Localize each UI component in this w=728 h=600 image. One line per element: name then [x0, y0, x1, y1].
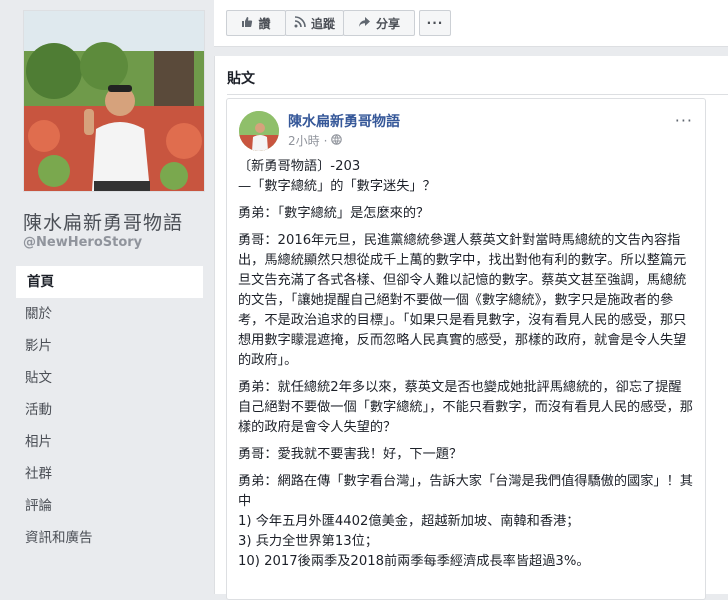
- like-button[interactable]: 讚: [226, 10, 286, 36]
- more-options-button[interactable]: ···: [419, 10, 451, 36]
- nav-item-info-ads[interactable]: 資訊和廣告: [16, 522, 203, 554]
- nav-item-reviews[interactable]: 評論: [16, 490, 203, 522]
- post-body: 〔新勇哥物語〕-203 —「數字總統」的「數字迷失」？ 勇弟：「數字總統」是怎麼…: [238, 157, 694, 579]
- left-column: 陳水扁新勇哥物語 @NewHeroStory 首頁 關於 影片 貼文 活動 相片…: [0, 0, 214, 594]
- post-menu-button[interactable]: ···: [675, 111, 693, 130]
- post-paragraph: 勇弟：「數字總統」是怎麼來的？: [238, 206, 430, 221]
- post-author[interactable]: 陳水扁新勇哥物語: [288, 111, 400, 131]
- share-button[interactable]: 分享: [343, 10, 415, 36]
- share-arrow-icon: [358, 16, 371, 31]
- post-time[interactable]: 2小時: [288, 132, 320, 149]
- author-avatar[interactable]: [239, 111, 279, 151]
- nav-item-posts[interactable]: 貼文: [16, 362, 203, 394]
- separator: ·: [323, 133, 328, 148]
- nav-item-photos[interactable]: 相片: [16, 426, 203, 458]
- thumbs-up-icon: [241, 16, 253, 31]
- divider: [227, 94, 728, 95]
- rss-icon: [294, 15, 306, 31]
- page-handle[interactable]: @NewHeroStory: [23, 235, 142, 250]
- post-timestamp[interactable]: 2小時 ·: [288, 132, 343, 149]
- posts-heading: 貼文: [227, 71, 255, 87]
- post-paragraph: 〔新勇哥物語〕-203 —「數字總統」的「數字迷失」？: [238, 159, 436, 194]
- globe-icon: [331, 133, 343, 148]
- page-nav: 首頁 關於 影片 貼文 活動 相片 社群 評論 資訊和廣告: [16, 266, 203, 554]
- nav-item-about[interactable]: 關於: [16, 298, 203, 330]
- post-paragraph: 勇哥：2016年元旦，民進黨總統參選人蔡英文針對當時馬總統的文告內容指出，馬總統…: [238, 233, 687, 368]
- like-label: 讚: [258, 16, 271, 31]
- follow-button[interactable]: 追蹤: [285, 10, 344, 36]
- profile-photo[interactable]: [23, 10, 205, 192]
- post-paragraph: 勇弟：就任總統2年多以來，蔡英文是否也變成她批評馬總統的，卻忘了提醒自己絕對不要…: [238, 380, 693, 435]
- nav-item-videos[interactable]: 影片: [16, 330, 203, 362]
- page-name[interactable]: 陳水扁新勇哥物語: [23, 208, 183, 235]
- nav-item-events[interactable]: 活動: [16, 394, 203, 426]
- nav-item-home[interactable]: 首頁: [16, 266, 203, 298]
- follow-label: 追蹤: [310, 16, 335, 31]
- nav-item-community[interactable]: 社群: [16, 458, 203, 490]
- share-label: 分享: [375, 16, 400, 31]
- action-bar: 讚 追蹤 分享 ···: [214, 0, 728, 47]
- post-paragraph: 勇哥：愛我就不要害我！好，下一題？: [238, 447, 463, 462]
- post-paragraph: 勇弟：網路在傳「數字看台灣」，告訴大家「台灣是我們值得驕傲的國家」！其中 1) …: [238, 474, 693, 569]
- post-card: 陳水扁新勇哥物語 2小時 · ··· 〔新勇哥物語〕-203 —「數字總統」的「…: [226, 98, 706, 600]
